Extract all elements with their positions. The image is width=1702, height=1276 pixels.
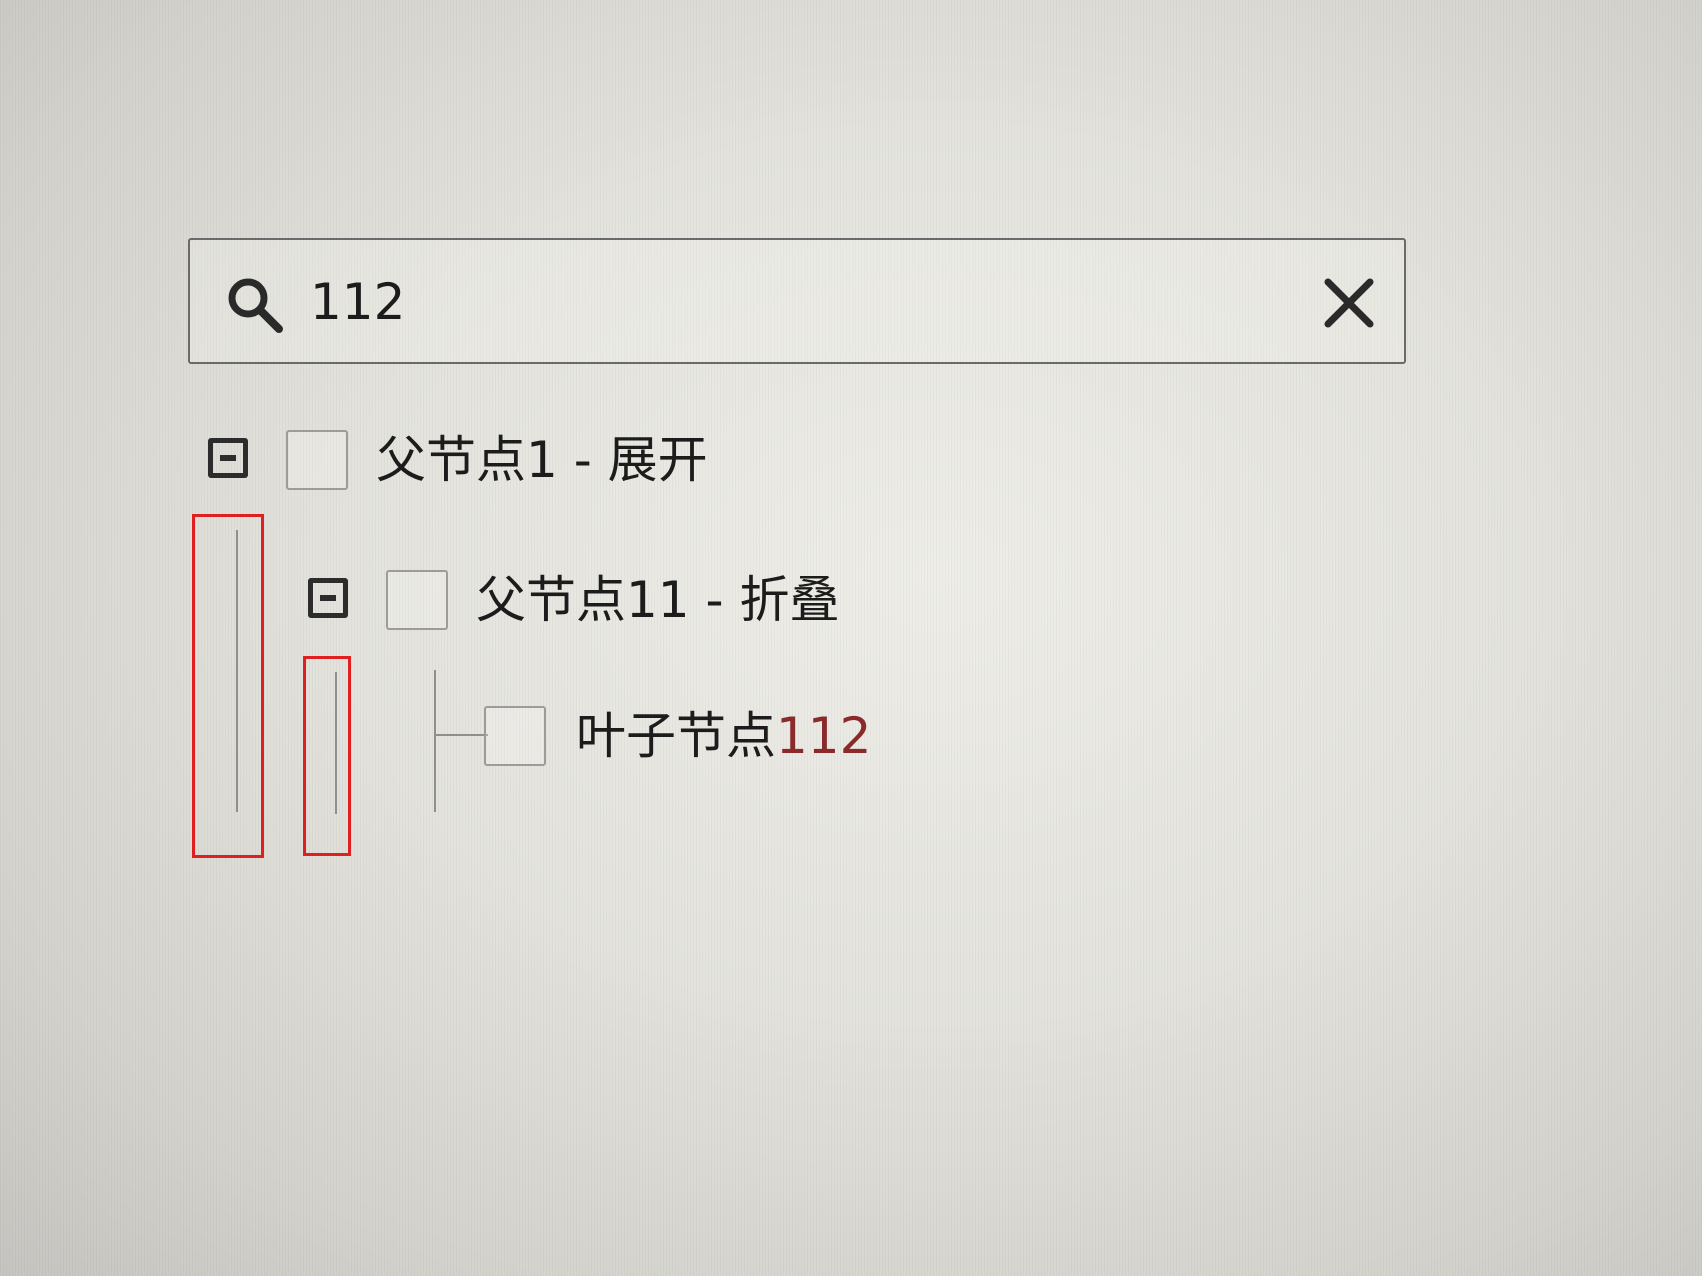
close-icon[interactable] [1324,278,1374,328]
node-label-text: 叶子节点 [576,707,776,765]
tree-node-parent-11: 父节点11 - 折叠 [308,568,1008,638]
node-label-text: 父节点1 - 展开 [376,431,708,489]
node-checkbox[interactable] [286,430,348,490]
annotation-box-guide-2 [303,656,351,856]
tree-node-leaf-112: 叶子节点112 [484,704,1184,774]
node-checkbox[interactable] [386,570,448,630]
node-checkbox[interactable] [484,706,546,766]
annotation-box-guide-1 [192,514,264,858]
tree-node-parent-1: 父节点1 - 展开 [208,428,908,498]
collapse-minus-icon[interactable] [308,578,348,618]
search-input[interactable] [310,262,1270,342]
minus-mark [220,455,236,461]
search-match-highlight: 112 [776,707,872,765]
node-label[interactable]: 父节点11 - 折叠 [476,568,839,632]
collapse-minus-icon[interactable] [208,438,248,478]
node-label[interactable]: 父节点1 - 展开 [376,428,708,492]
minus-mark [320,595,336,601]
node-label[interactable]: 叶子节点112 [576,704,871,768]
search-icon [228,278,283,333]
search-box[interactable] [188,238,1406,364]
tree-guide-line-level-3 [434,670,436,812]
tree-guide-connector [434,734,488,736]
node-label-text: 父节点11 - 折叠 [476,571,840,629]
